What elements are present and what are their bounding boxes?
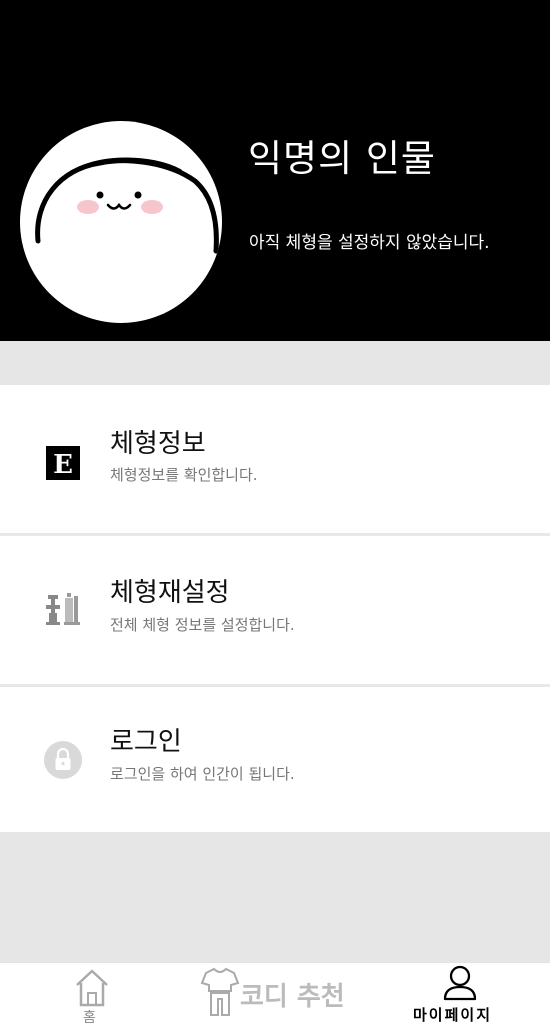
menu-item-login[interactable]: 로그인 로그인을 하여 인간이 됩니다. — [0, 687, 550, 835]
body-status-text: 아직 체형을 설정하지 않았습니다. — [249, 233, 490, 253]
menu-item-description: 체형정보를 확인합니다. — [110, 466, 258, 484]
tab-label: 홈 — [83, 1010, 96, 1026]
person-icon — [443, 965, 477, 1001]
avatar-character-icon — [35, 157, 219, 254]
e-badge-letter: E — [53, 450, 73, 480]
tab-label: 마이페이지 — [413, 1006, 493, 1024]
avatar[interactable] — [20, 121, 222, 323]
home-icon — [76, 969, 108, 1007]
menu-list: E 체형정보 체형정보를 확인합니다. 체형재설정 전체 체형 정보를 설정합니… — [0, 385, 550, 835]
profile-header: 익명의 인물 아직 체형을 설정하지 않았습니다. — [0, 0, 550, 341]
empty-area — [0, 832, 550, 962]
bottom-tab-bar: 홈 코디 추천 마이페이지 — [0, 962, 550, 1030]
menu-item-title: 로그인 — [110, 727, 182, 757]
e-badge-icon: E — [42, 442, 84, 484]
menu-item-body-reset[interactable]: 체형재설정 전체 체형 정보를 설정합니다. — [0, 536, 550, 684]
tab-recommend[interactable]: 코디 추천 — [200, 963, 370, 1030]
tab-mypage[interactable]: 마이페이지 — [405, 963, 515, 1030]
menu-item-title: 체형정보 — [110, 429, 206, 459]
menu-item-description: 로그인을 하여 인간이 됩니다. — [110, 765, 295, 783]
body-figures-icon — [42, 588, 84, 630]
section-spacer — [0, 341, 550, 385]
tab-label: 코디 추천 — [240, 982, 345, 1012]
clothes-icon — [200, 967, 240, 1016]
user-name: 익명의 인물 — [248, 137, 436, 180]
lock-icon — [42, 739, 84, 781]
tab-home[interactable]: 홈 — [60, 963, 130, 1030]
menu-item-body-info[interactable]: E 체형정보 체형정보를 확인합니다. — [0, 385, 550, 533]
menu-item-title: 체형재설정 — [110, 578, 230, 608]
menu-item-description: 전체 체형 정보를 설정합니다. — [110, 616, 295, 634]
